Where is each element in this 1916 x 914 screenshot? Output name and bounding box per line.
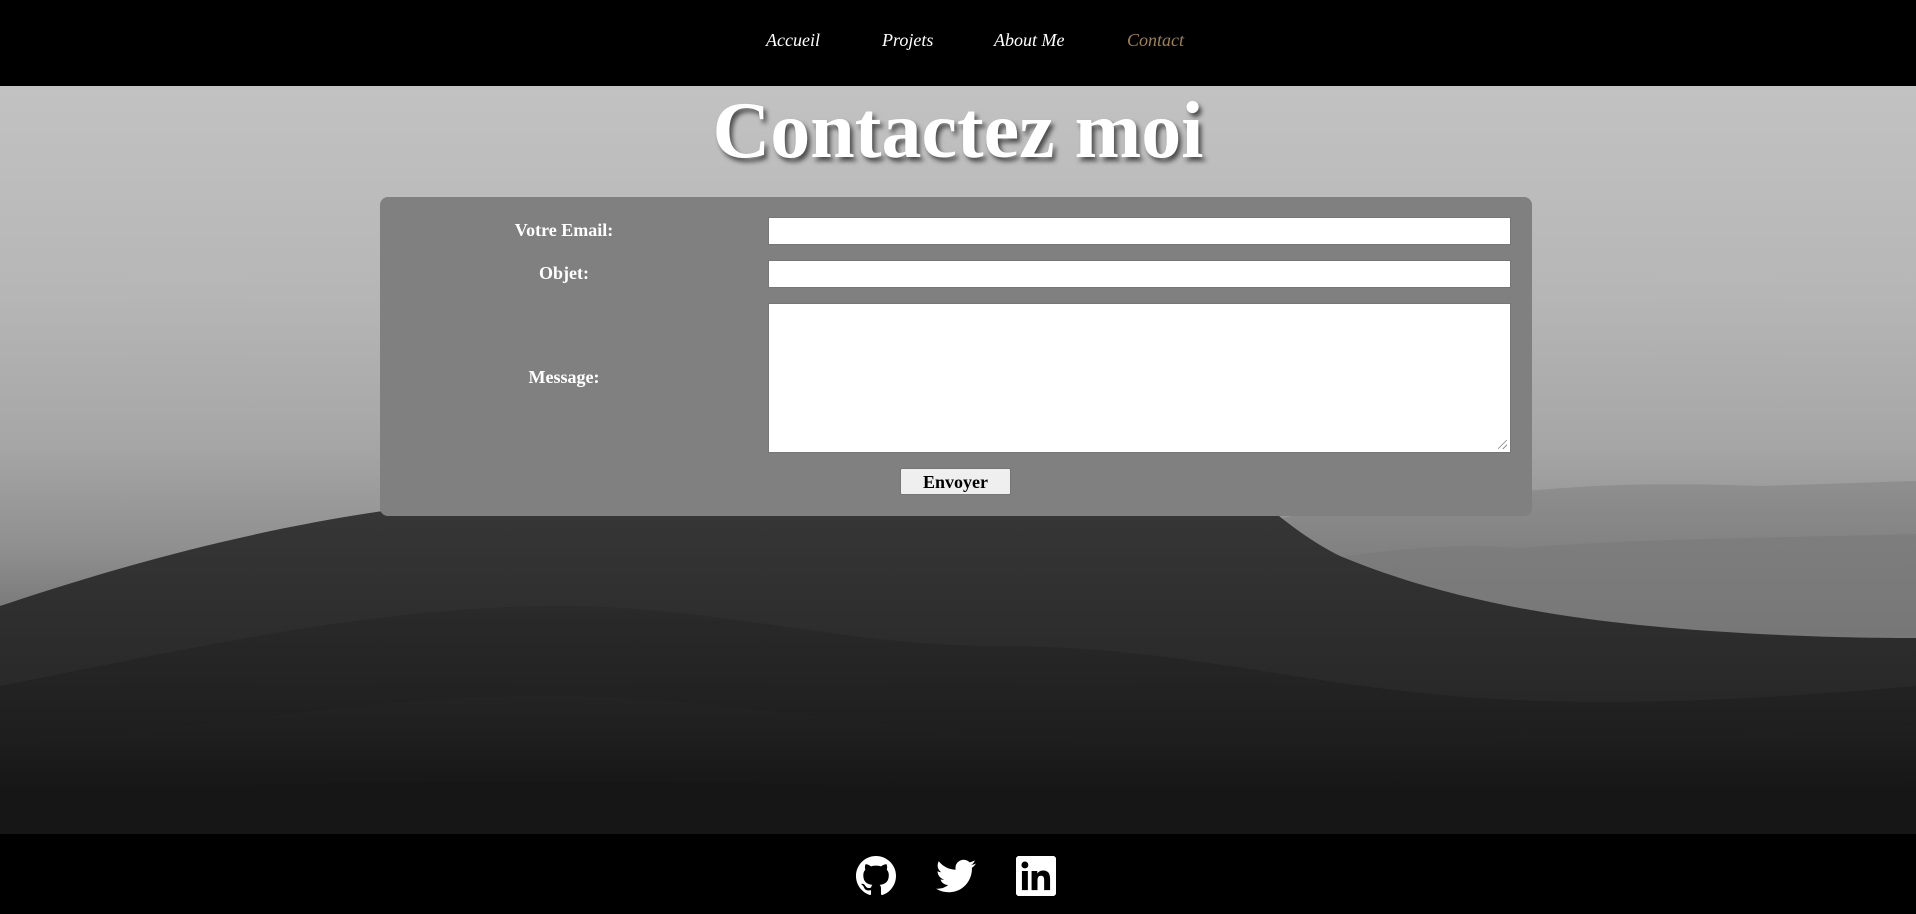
twitter-link[interactable] [936, 856, 976, 896]
message-label: Message: [528, 367, 600, 387]
top-navbar: Accueil Projets About Me Contact [0, 0, 1916, 86]
page-title: Contactez moi [712, 87, 1204, 175]
contact-form: Votre Email: Objet: Message: Envoyer [380, 197, 1532, 516]
nav-link-contact[interactable]: Contact [1127, 28, 1184, 52]
subject-field[interactable] [768, 260, 1511, 288]
github-icon [856, 856, 896, 896]
github-link[interactable] [856, 856, 896, 896]
twitter-icon [936, 859, 976, 893]
linkedin-icon [1016, 856, 1056, 896]
footer [0, 834, 1916, 914]
submit-button[interactable]: Envoyer [900, 468, 1011, 495]
message-textarea[interactable] [768, 303, 1511, 453]
subject-label: Objet: [539, 263, 589, 283]
nav-link-accueil[interactable]: Accueil [766, 28, 820, 52]
nav-link-projets[interactable]: Projets [882, 28, 933, 52]
email-field[interactable] [768, 217, 1511, 245]
email-label: Votre Email: [514, 220, 614, 240]
nav-link-about-me[interactable]: About Me [994, 28, 1064, 52]
resize-grip-icon[interactable] [1498, 440, 1507, 449]
linkedin-link[interactable] [1016, 856, 1056, 896]
